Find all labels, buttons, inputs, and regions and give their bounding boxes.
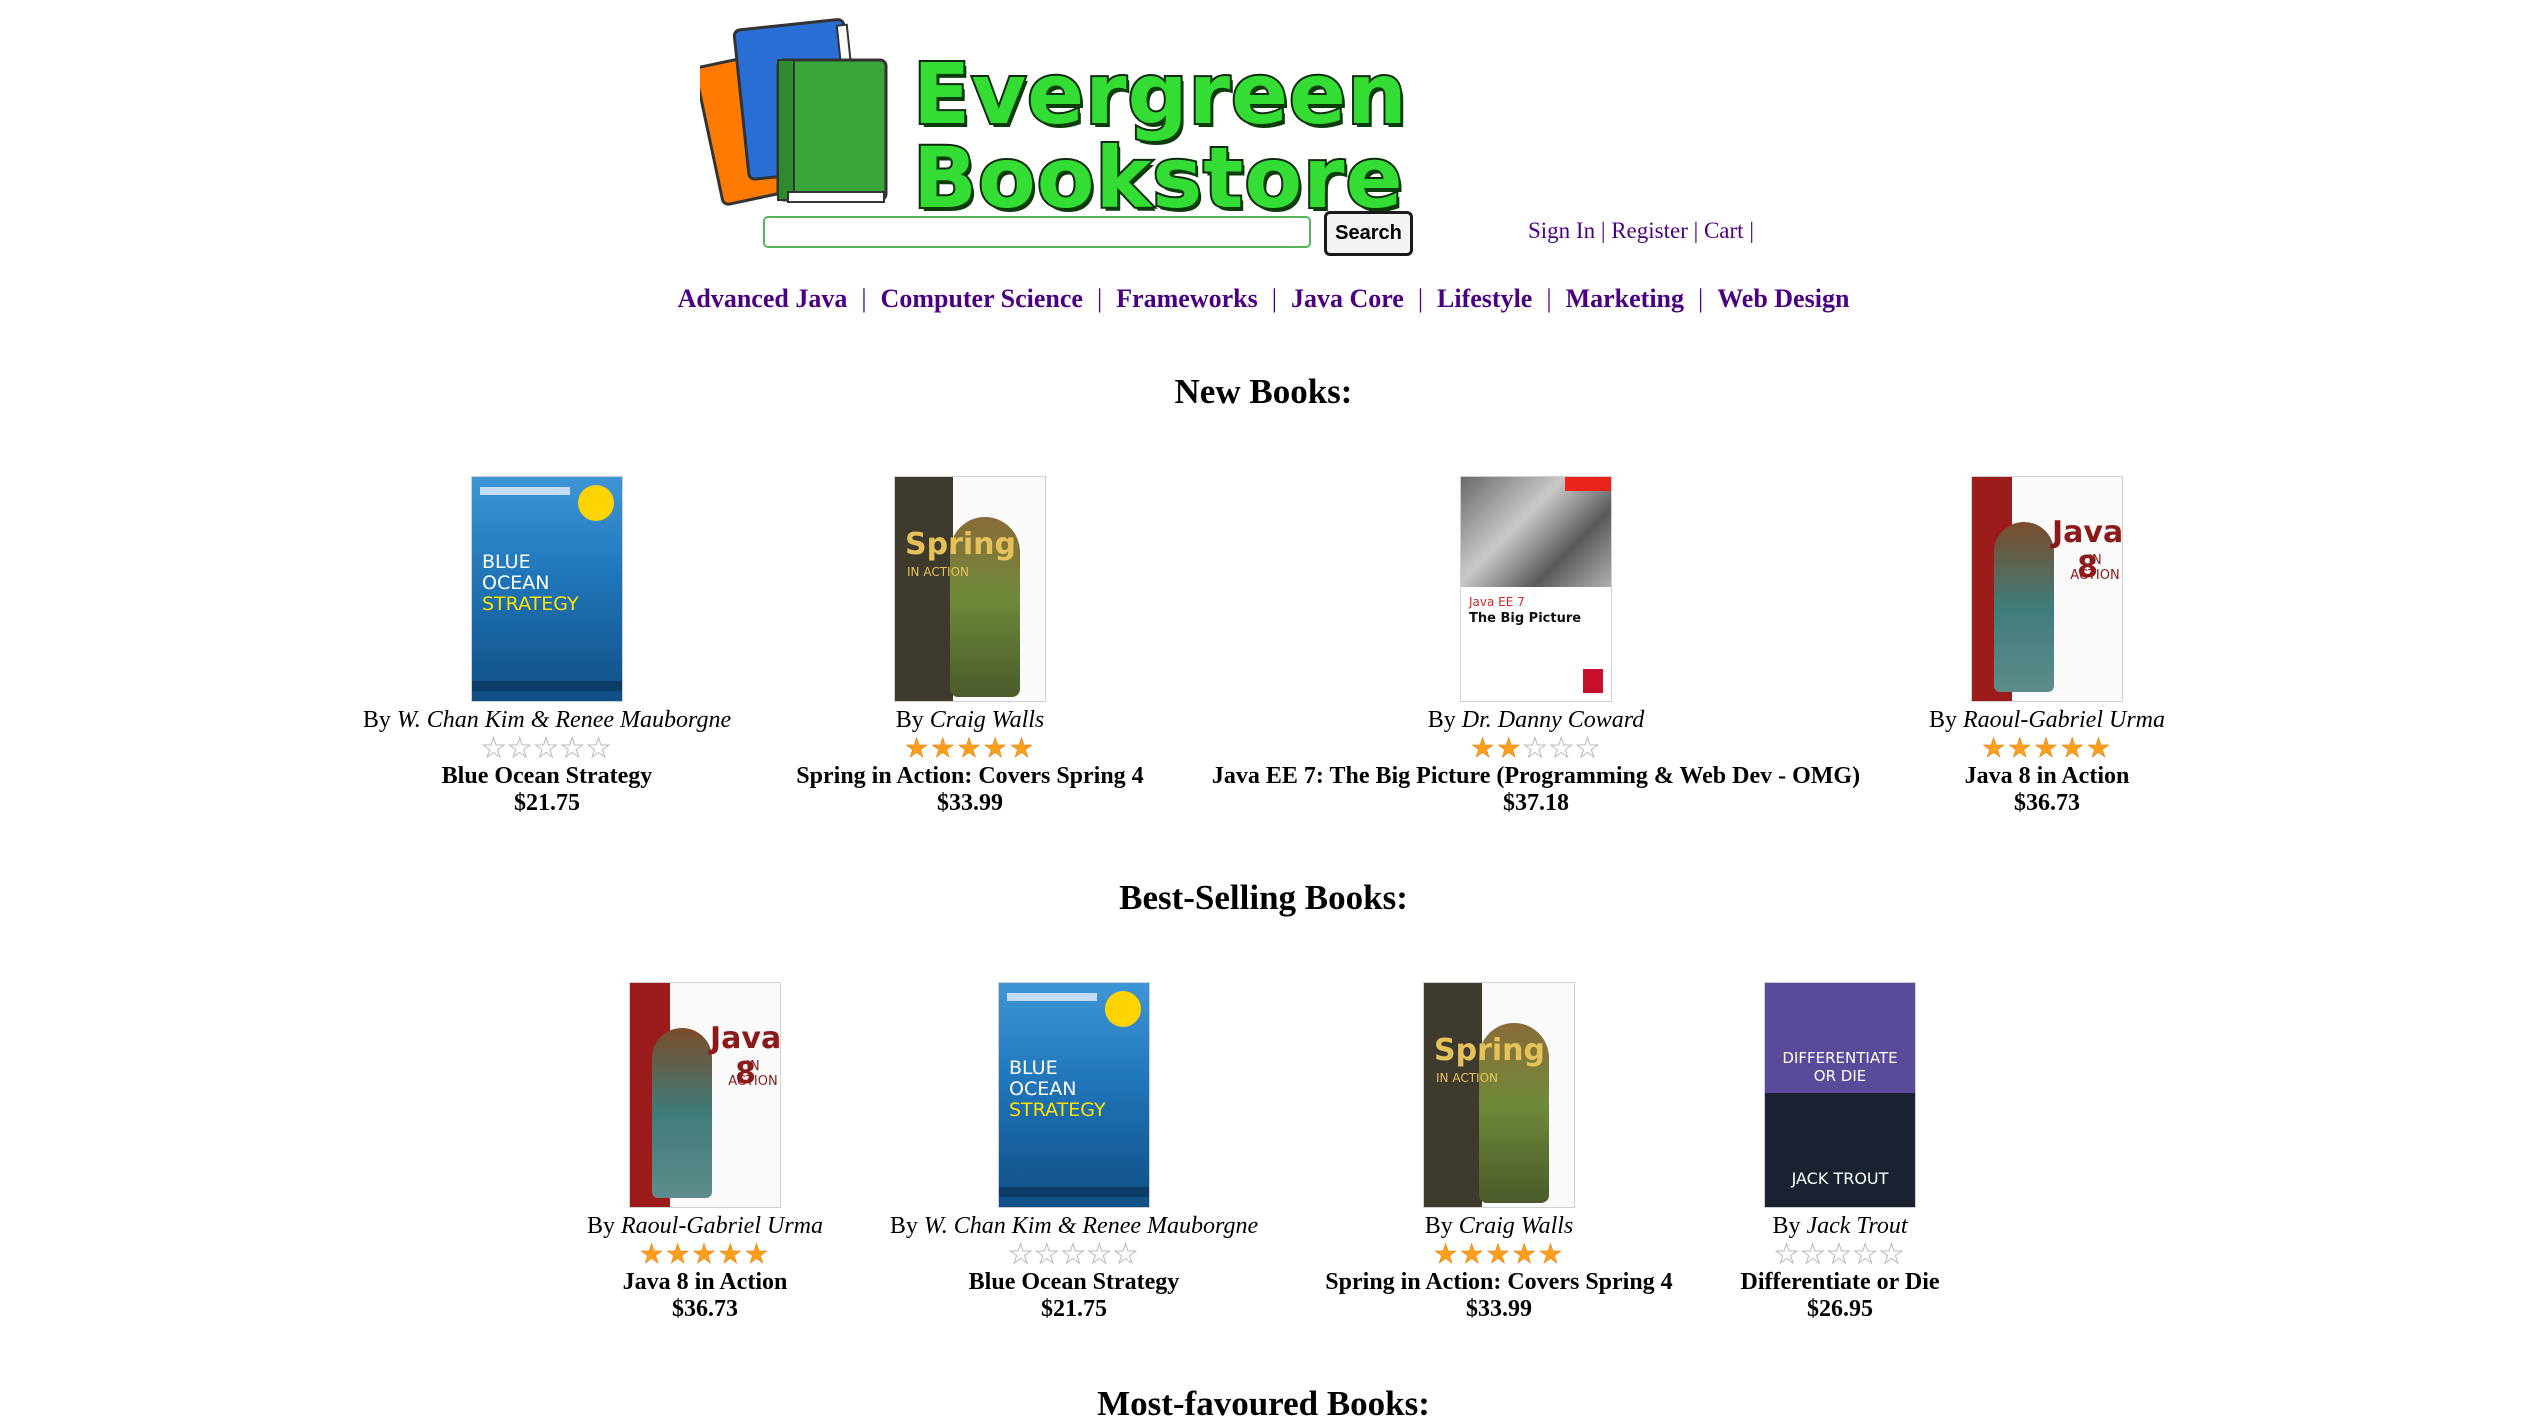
nav-separator: | bbox=[1417, 284, 1424, 313]
book-price: $36.73 bbox=[2014, 790, 2080, 816]
user-links-separator: | bbox=[1600, 218, 1606, 243]
star-icon: ★ bbox=[1470, 733, 1497, 763]
category-link-advanced-java[interactable]: Advanced Java bbox=[678, 284, 848, 313]
star-icon: ★ bbox=[1853, 1239, 1880, 1269]
book-title[interactable]: Differentiate or Die bbox=[1490, 1268, 2190, 1296]
star-icon: ★ bbox=[2033, 733, 2061, 763]
star-icon: ★ bbox=[691, 1239, 719, 1269]
book-cover[interactable]: Java EE 7 The Big Picture bbox=[1460, 476, 1612, 702]
star-icon: ★ bbox=[1522, 733, 1550, 763]
star-icon: ★ bbox=[2007, 733, 2034, 763]
star-icon: ★ bbox=[1034, 1239, 1061, 1269]
book-cover[interactable]: BLUE OCEAN STRATEGY bbox=[998, 982, 1150, 1208]
site-logo[interactable]: Evergreen Bookstore bbox=[700, 16, 1850, 222]
star-icon: ★ bbox=[1981, 733, 2008, 763]
star-icon: ★ bbox=[956, 733, 984, 763]
category-link-marketing[interactable]: Marketing bbox=[1566, 284, 1684, 313]
star-icon: ★ bbox=[665, 1239, 692, 1269]
star-icon: ★ bbox=[1060, 1239, 1088, 1269]
book-author: By Jack Trout bbox=[1772, 1213, 1908, 1239]
star-icon: ★ bbox=[1009, 733, 1036, 763]
book-title[interactable]: Java 8 in Action bbox=[1697, 762, 2397, 790]
star-icon: ★ bbox=[1774, 1239, 1801, 1269]
user-links: Sign In | Register | Cart | bbox=[1528, 218, 1754, 244]
rating-stars: ★★★★★ bbox=[1490, 1239, 2190, 1269]
star-icon: ★ bbox=[560, 733, 587, 763]
site-title: Evergreen Bookstore bbox=[911, 45, 1409, 227]
cart-link[interactable]: Cart bbox=[1704, 218, 1744, 243]
star-icon: ★ bbox=[904, 733, 931, 763]
star-icon: ★ bbox=[1087, 1239, 1114, 1269]
book-price: $26.95 bbox=[1807, 1296, 1873, 1322]
nav-separator: | bbox=[1546, 284, 1552, 313]
category-link-web-design[interactable]: Web Design bbox=[1717, 284, 1849, 313]
book-card: Java 8 IN ACTION By Raoul-Gabriel Urma ★… bbox=[1697, 476, 2397, 816]
star-icon: ★ bbox=[586, 733, 613, 763]
rating-stars: ★★★★★ bbox=[1697, 733, 2397, 763]
category-link-lifestyle[interactable]: Lifestyle bbox=[1437, 284, 1532, 313]
star-icon: ★ bbox=[2060, 733, 2087, 763]
star-icon: ★ bbox=[507, 733, 534, 763]
search-button[interactable]: Search bbox=[1324, 211, 1413, 256]
book-cover[interactable]: DIFFERENTIATE OR DIE JACK TROUT bbox=[1764, 982, 1916, 1208]
nav-separator: | bbox=[1698, 284, 1704, 313]
star-icon: ★ bbox=[1879, 1239, 1906, 1269]
star-icon: ★ bbox=[1826, 1239, 1854, 1269]
category-nav: Advanced Java | Computer Science | Framework… bbox=[0, 284, 2527, 314]
book-cover[interactable]: Java 8 IN ACTION bbox=[1971, 476, 2123, 702]
sign-in-link[interactable]: Sign In bbox=[1528, 218, 1595, 243]
star-icon: ★ bbox=[481, 733, 508, 763]
star-icon: ★ bbox=[1433, 1239, 1460, 1269]
star-icon: ★ bbox=[1800, 1239, 1827, 1269]
new-books-heading: New Books: bbox=[1174, 372, 1353, 411]
star-icon: ★ bbox=[983, 733, 1010, 763]
star-icon: ★ bbox=[1549, 733, 1576, 763]
best-selling-heading: Best-Selling Books: bbox=[1119, 878, 1408, 917]
star-icon: ★ bbox=[639, 1239, 666, 1269]
star-icon: ★ bbox=[930, 733, 957, 763]
books-icon bbox=[700, 18, 888, 206]
book-card: DIFFERENTIATE OR DIE JACK TROUT By Jack T… bbox=[1490, 982, 2190, 1322]
star-icon: ★ bbox=[1113, 1239, 1140, 1269]
book-author: By Raoul-Gabriel Urma bbox=[1929, 707, 2165, 733]
book-cover[interactable]: Spring IN ACTION bbox=[894, 476, 1046, 702]
most-favoured-heading: Most-favoured Books: bbox=[1097, 1384, 1430, 1423]
category-link-computer-science[interactable]: Computer Science bbox=[881, 284, 1083, 313]
category-link-frameworks[interactable]: Frameworks bbox=[1116, 284, 1258, 313]
search-input[interactable] bbox=[763, 216, 1311, 248]
star-icon: ★ bbox=[1496, 733, 1523, 763]
user-links-separator: | bbox=[1693, 218, 1699, 243]
nav-separator: | bbox=[1271, 284, 1277, 313]
star-icon: ★ bbox=[533, 733, 561, 763]
book-cover[interactable]: BLUE OCEAN STRATEGY bbox=[471, 476, 623, 702]
nav-separator: | bbox=[861, 284, 867, 313]
user-links-separator: | bbox=[1749, 218, 1754, 243]
register-link[interactable]: Register bbox=[1611, 218, 1688, 243]
star-icon: ★ bbox=[1575, 733, 1602, 763]
star-icon: ★ bbox=[1459, 1239, 1486, 1269]
star-icon: ★ bbox=[1008, 1239, 1035, 1269]
nav-separator: | bbox=[1096, 284, 1103, 313]
category-link-java-core[interactable]: Java Core bbox=[1291, 284, 1404, 313]
star-icon: ★ bbox=[2086, 733, 2113, 763]
